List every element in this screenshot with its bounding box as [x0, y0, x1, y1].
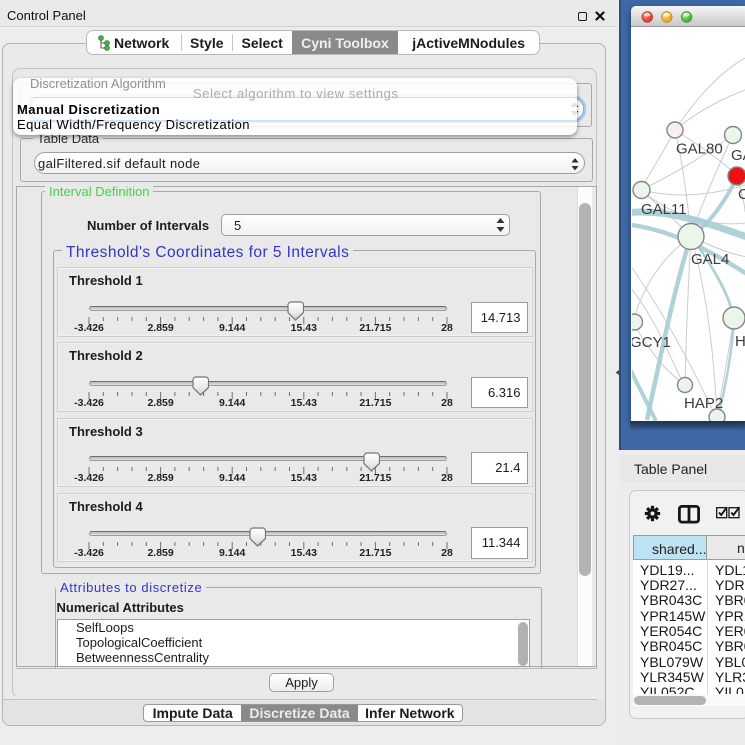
svg-text:GA: GA — [731, 147, 745, 164]
svg-text:GAL11: GAL11 — [641, 201, 687, 218]
svg-text:GAL80: GAL80 — [676, 141, 723, 158]
svg-text:H: H — [735, 333, 745, 350]
svg-text:C: C — [738, 186, 745, 203]
svg-text:HAP2: HAP2 — [684, 395, 723, 412]
svg-text:GCY1: GCY1 — [632, 334, 671, 351]
svg-text:GAL4: GAL4 — [691, 251, 729, 268]
